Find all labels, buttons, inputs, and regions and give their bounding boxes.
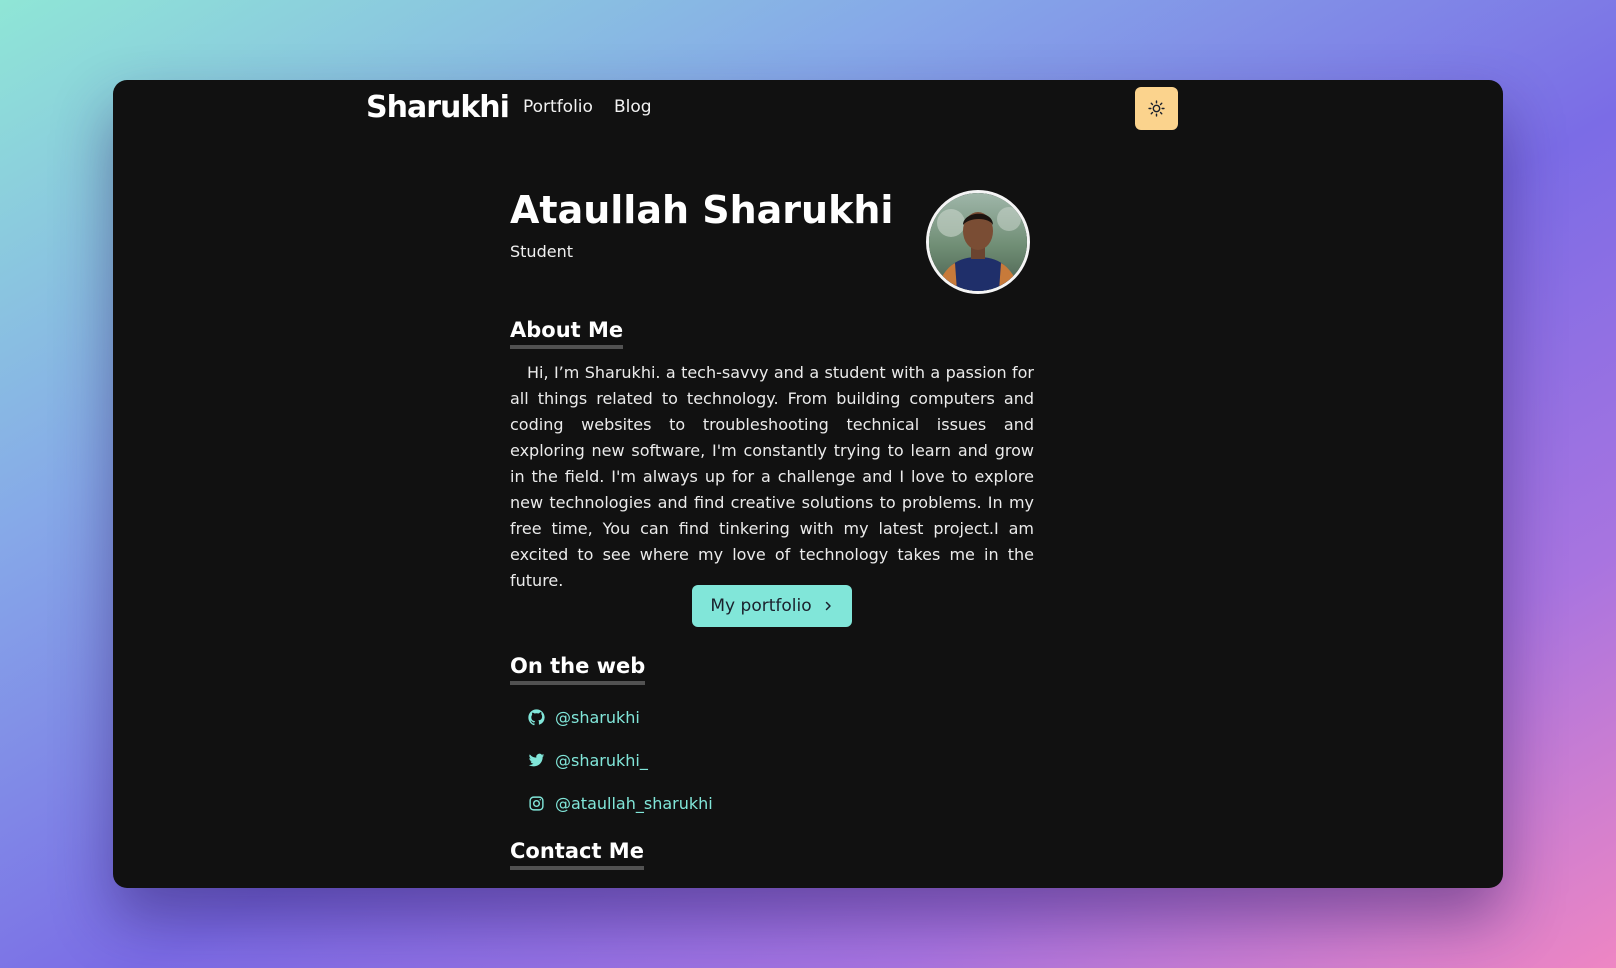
theme-toggle-button[interactable] — [1135, 87, 1178, 130]
nav-link-blog[interactable]: Blog — [614, 97, 652, 117]
chevron-right-icon — [822, 600, 834, 612]
sun-icon — [1148, 100, 1165, 117]
social-handle: @ataullah_sharukhi — [555, 794, 713, 813]
site-logo[interactable]: Sharukhi — [366, 86, 510, 130]
nav-link-portfolio[interactable]: Portfolio — [523, 97, 593, 117]
on-the-web-heading: On the web — [510, 654, 646, 685]
profile-role: Student — [510, 242, 573, 261]
about-heading: About Me — [510, 318, 624, 349]
social-handle: @sharukhi — [555, 708, 640, 727]
browser-window: Sharukhi Portfolio Blog Ataullah Sharukh… — [113, 80, 1503, 888]
my-portfolio-button[interactable]: My portfolio — [692, 585, 852, 627]
social-handle: @sharukhi_ — [555, 751, 648, 770]
profile-name: Ataullah Sharukhi — [510, 188, 894, 232]
github-icon — [528, 709, 545, 726]
instagram-icon — [528, 795, 545, 812]
social-link-github[interactable]: @sharukhi — [528, 708, 640, 727]
social-link-twitter[interactable]: @sharukhi_ — [528, 751, 648, 770]
contact-heading: Contact Me — [510, 839, 644, 870]
about-paragraph: Hi, I’m Sharukhi. a tech-savvy and a stu… — [510, 363, 1034, 590]
my-portfolio-label: My portfolio — [710, 596, 812, 616]
twitter-icon — [528, 752, 545, 769]
social-link-instagram[interactable]: @ataullah_sharukhi — [528, 794, 713, 813]
avatar — [926, 190, 1030, 294]
